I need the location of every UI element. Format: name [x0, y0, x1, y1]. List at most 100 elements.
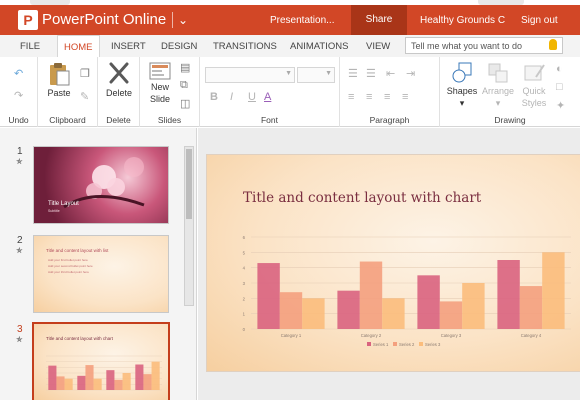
bar-series-3: [302, 298, 325, 329]
bullets-icon[interactable]: ☰: [348, 67, 358, 80]
slide-2-bullet: Add your first bullet point here: [48, 258, 88, 262]
bar-chart[interactable]: 0 1 2 3 4 5 6 Category 1 Category 2 Category 3 Cat…: [207, 155, 580, 372]
clipboard-group-label: Clipboard: [49, 115, 86, 125]
shapes-icon: [452, 62, 472, 83]
x-tick-label: Category 4: [521, 333, 542, 338]
shape-fill-icon[interactable]: ◐: [556, 63, 563, 75]
format-painter-icon[interactable]: ✎: [80, 90, 89, 103]
slide-3-mini-chart: [46, 355, 162, 391]
bar-series-2: [439, 301, 463, 329]
bold-button[interactable]: B: [210, 91, 218, 103]
bar-series-2: [114, 379, 123, 390]
slide-2-bullet: Add your third bullet point here: [48, 270, 89, 274]
quick-styles-button[interactable]: Quick Styles: [516, 61, 552, 109]
bar-series-3: [542, 252, 565, 329]
increase-indent-icon[interactable]: ⇥: [406, 67, 415, 80]
new-slide-button[interactable]: New Slide: [144, 61, 176, 105]
tab-insert[interactable]: INSERT: [111, 41, 146, 52]
shape-effects-icon[interactable]: ✦: [556, 99, 565, 112]
layout-icon[interactable]: ▤: [180, 61, 190, 74]
shapes-label: Shapes: [446, 86, 478, 96]
slide-1-preview: Title Layout Subtitle: [33, 146, 169, 224]
align-left-icon[interactable]: ≡: [348, 91, 354, 103]
bar-series-2: [143, 374, 152, 390]
bar-series-3: [64, 378, 73, 390]
share-button[interactable]: Share: [351, 5, 407, 35]
drawing-group: Shapes ▾ Arrange ▾ Quick Styles ◐ □ ✦ Dr…: [440, 57, 580, 127]
arrange-label: Arrange: [481, 86, 515, 96]
scrollbar-thumb[interactable]: [186, 149, 192, 219]
undo-group-label: Undo: [8, 115, 29, 125]
decrease-indent-icon[interactable]: ⇤: [386, 67, 395, 80]
slides-group: New Slide ▤ ⧉ ◫ Slides: [140, 57, 200, 127]
x-tick-label: Category 1: [281, 333, 302, 338]
slide-3-title: Title and content layout with chart: [46, 336, 113, 341]
tab-home[interactable]: HOME: [57, 35, 100, 58]
shapes-button[interactable]: Shapes ▾: [444, 61, 480, 109]
font-name-dropdown[interactable]: ▼: [205, 67, 295, 83]
app-menu-chevron-icon[interactable]: ⌄: [172, 12, 188, 28]
slide-1-subtitle: Subtitle: [48, 209, 60, 213]
bar-series-3: [151, 361, 160, 390]
bar-series-2: [85, 365, 94, 390]
delete-button[interactable]: Delete: [102, 61, 136, 99]
bar-series-3: [382, 298, 405, 329]
thumbnails-scrollbar[interactable]: [184, 146, 194, 306]
new-slide-label-line2: Slide: [149, 94, 170, 104]
tab-animations[interactable]: ANIMATIONS: [290, 41, 348, 52]
current-slide-canvas[interactable]: Title and content layout with chart 0123…: [206, 154, 580, 372]
document-filename[interactable]: Presentation...: [270, 15, 334, 26]
tab-design[interactable]: DESIGN: [161, 41, 197, 52]
arrange-icon: [488, 63, 508, 83]
align-center-icon[interactable]: ≡: [366, 91, 372, 103]
font-color-button[interactable]: A: [264, 91, 271, 103]
slide-3-preview: Title and content layout with chart: [32, 322, 170, 400]
hide-slide-icon[interactable]: ◫: [180, 97, 190, 110]
ribbon: ↶ ↷ Undo Paste ❐ ✎ Clipboard Delete Dele…: [0, 57, 580, 127]
copy-icon[interactable]: ❐: [80, 67, 90, 80]
slide-number: 2: [17, 235, 23, 246]
drawing-group-label: Drawing: [494, 115, 526, 125]
arrange-chevron-icon: ▾: [495, 98, 501, 108]
arrange-button[interactable]: Arrange ▾: [480, 61, 516, 109]
y-tick-label: 1: [243, 312, 246, 317]
redo-icon[interactable]: ↷: [14, 89, 23, 102]
duplicate-slide-icon[interactable]: ⧉: [180, 79, 188, 92]
numbering-icon[interactable]: ☰: [366, 67, 376, 80]
tab-view[interactable]: VIEW: [366, 41, 390, 52]
y-tick-label: 4: [243, 266, 246, 271]
quick-styles-label-line1: Quick: [522, 86, 546, 96]
bar-series-1: [77, 375, 86, 390]
paragraph-group-label: Paragraph: [369, 115, 410, 125]
x-tick-label: Category 3: [441, 333, 462, 338]
shape-outline-icon[interactable]: □: [556, 81, 563, 93]
tab-file[interactable]: FILE: [20, 41, 40, 52]
sign-out-link[interactable]: Sign out: [521, 15, 558, 26]
italic-button[interactable]: I: [230, 91, 233, 103]
bar-series-3: [93, 378, 102, 390]
legend-swatch: [393, 342, 397, 346]
slide-2-preview: Title and content layout with list Add y…: [33, 235, 169, 313]
bar-series-1: [135, 364, 144, 390]
legend-label: Series 3: [425, 342, 441, 347]
tell-me-search-input[interactable]: Tell me what you want to do: [405, 37, 563, 54]
bar-series-1: [48, 365, 57, 390]
account-name[interactable]: Healthy Grounds C...: [420, 15, 505, 26]
app-name[interactable]: PowerPoint Online: [42, 11, 166, 28]
delete-group: Delete Delete: [98, 57, 140, 127]
title-bar: P PowerPoint Online ⌄ Presentation... Sh…: [0, 5, 580, 35]
justify-icon[interactable]: ≡: [402, 91, 408, 103]
paste-button[interactable]: Paste: [44, 61, 74, 99]
powerpoint-logo-icon: P: [18, 10, 38, 30]
clipboard-group: Paste ❐ ✎ Clipboard: [38, 57, 98, 127]
font-size-dropdown[interactable]: ▼: [297, 67, 335, 83]
slide-editing-area: Title and content layout with chart 0123…: [198, 128, 580, 400]
underline-button[interactable]: U: [248, 91, 256, 103]
slide-number: 1: [17, 146, 23, 157]
paste-icon: [50, 63, 70, 86]
slide-2-bullet: Add your second bullet point here: [48, 264, 93, 268]
legend-label: Series 2: [399, 342, 415, 347]
undo-icon[interactable]: ↶: [14, 67, 23, 80]
tab-transitions[interactable]: TRANSITIONS: [213, 41, 277, 52]
align-right-icon[interactable]: ≡: [384, 91, 390, 103]
